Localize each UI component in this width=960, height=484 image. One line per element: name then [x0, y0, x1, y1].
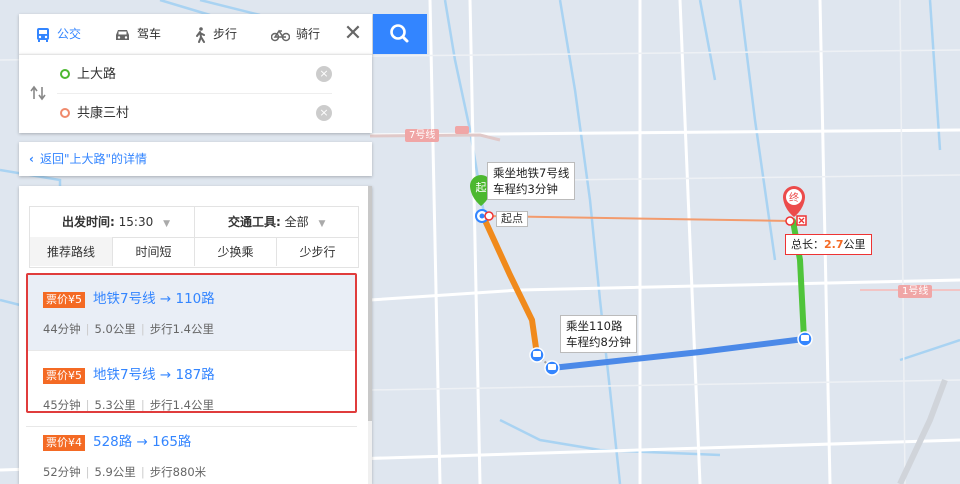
- route-name[interactable]: 地铁7号线 → 110路: [93, 289, 215, 309]
- tab-recommended[interactable]: 推荐路线: [30, 237, 112, 266]
- tab-bike[interactable]: 骑行: [270, 14, 321, 54]
- route-walk: 步行880米: [149, 465, 207, 479]
- caret-down-icon: ▼: [163, 219, 170, 229]
- metro-line-label: 7号线: [405, 129, 440, 142]
- total-unit: 公里: [843, 238, 866, 251]
- fare-badge: 票价¥5: [43, 368, 85, 384]
- start-dot-icon: [60, 69, 70, 79]
- end-field: ×: [57, 94, 332, 132]
- travel-mode-bar: 公交 驾车 步行 骑行 ✕: [19, 14, 372, 54]
- depart-label: 出发时间:: [62, 215, 115, 229]
- route-option[interactable]: 票价¥5 地铁7号线 → 110路 44分钟 | 5.0公里 | 步行1.4公里: [26, 275, 357, 351]
- callout-line: 乘坐地铁7号线: [493, 166, 570, 180]
- clear-end-icon[interactable]: ×: [316, 105, 332, 121]
- scrollbar[interactable]: [368, 186, 372, 484]
- scroll-thumb[interactable]: [368, 186, 372, 421]
- total-value: 2.7: [824, 238, 844, 251]
- search-button[interactable]: [373, 14, 427, 54]
- sort-tabs: 推荐路线 时间短 少换乘 少步行: [30, 237, 358, 267]
- swap-icon[interactable]: [29, 85, 47, 101]
- start-field: ×: [57, 55, 332, 94]
- end-input[interactable]: [77, 104, 277, 119]
- tab-walk[interactable]: 步行: [193, 14, 237, 54]
- depart-value: 15:30: [118, 215, 154, 229]
- route-option[interactable]: 票价¥5 地铁7号线 → 187路 45分钟 | 5.3公里 | 步行1.4公里: [26, 351, 357, 427]
- callout-line: 乘坐110路: [566, 319, 623, 333]
- fare-badge: 票价¥4: [43, 435, 85, 451]
- route-time: 45分钟: [43, 398, 81, 412]
- tool-value: 全部: [284, 215, 309, 229]
- caret-down-icon: ▼: [318, 219, 326, 229]
- walk-icon: [196, 26, 205, 43]
- end-badge-text: 终: [789, 191, 799, 204]
- tab-label: 驾车: [137, 27, 162, 41]
- route-distance: 5.3公里: [94, 398, 136, 412]
- bus-icon: [37, 27, 49, 42]
- tab-fewest-transfers[interactable]: 少换乘: [194, 237, 276, 266]
- clear-start-icon[interactable]: ×: [316, 66, 332, 82]
- metro-line-label: 1号线: [898, 285, 933, 298]
- start-point-label: 起点: [496, 211, 528, 227]
- metro-callout: 乘坐地铁7号线 车程约3分钟: [487, 162, 576, 200]
- total-distance-label: 总长：2.7公里: [785, 234, 872, 255]
- tab-label: 骑行: [296, 27, 321, 41]
- tool-label: 交通工具:: [228, 215, 281, 229]
- route-inputs-panel: × ×: [19, 54, 372, 133]
- car-icon: [116, 29, 129, 40]
- depart-time-select[interactable]: 出发时间: 15:30 ▼: [62, 207, 170, 239]
- callout-line: 车程约3分钟: [493, 182, 558, 196]
- route-info: 45分钟 | 5.3公里 | 步行1.4公里: [43, 398, 214, 412]
- start-input[interactable]: [77, 65, 277, 80]
- filter-options: 出发时间: 15:30 ▼ 交通工具: 全部 ▼: [30, 207, 358, 238]
- bike-icon: [270, 29, 291, 41]
- route-distance: 5.0公里: [94, 322, 136, 336]
- total-label: 总长：: [791, 238, 824, 251]
- bus-callout: 乘坐110路 车程约8分钟: [560, 315, 637, 353]
- back-link[interactable]: 返回"上大路"的详情: [40, 152, 147, 166]
- fare-badge: 票价¥5: [43, 292, 85, 308]
- search-icon: [390, 24, 409, 43]
- close-button[interactable]: ✕: [334, 14, 372, 54]
- tab-label: 公交: [57, 27, 82, 41]
- route-name[interactable]: 528路 → 165路: [93, 432, 191, 452]
- route-walk: 步行1.4公里: [149, 398, 214, 412]
- route-filter: 出发时间: 15:30 ▼ 交通工具: 全部 ▼ 推荐路线 时间短 少换乘 少步…: [29, 206, 359, 268]
- route-option[interactable]: 票价¥4 528路 → 165路 52分钟 | 5.9公里 | 步行880米: [26, 418, 357, 484]
- callout-line: 车程约8分钟: [566, 335, 631, 349]
- route-distance: 5.9公里: [94, 465, 136, 479]
- route-time: 44分钟: [43, 322, 81, 336]
- route-walk: 步行1.4公里: [149, 322, 214, 336]
- transport-tool-select[interactable]: 交通工具: 全部 ▼: [228, 207, 325, 239]
- end-dot-icon: [60, 108, 70, 118]
- route-time: 52分钟: [43, 465, 81, 479]
- results-panel: 出发时间: 15:30 ▼ 交通工具: 全部 ▼ 推荐路线 时间短 少换乘 少步…: [19, 186, 372, 484]
- tab-drive[interactable]: 驾车: [114, 14, 161, 54]
- tab-label: 步行: [213, 27, 238, 41]
- tab-least-walking[interactable]: 少步行: [276, 237, 358, 266]
- close-icon: ✕: [343, 21, 363, 46]
- start-badge-text: 起: [476, 181, 487, 194]
- route-info: 52分钟 | 5.9公里 | 步行880米: [43, 465, 207, 479]
- tab-transit[interactable]: 公交: [35, 14, 81, 54]
- tab-shortest-time[interactable]: 时间短: [112, 237, 194, 266]
- chevron-left-icon: ‹: [29, 152, 34, 166]
- route-name[interactable]: 地铁7号线 → 187路: [93, 365, 215, 385]
- route-info: 44分钟 | 5.0公里 | 步行1.4公里: [43, 322, 214, 336]
- back-link-bar[interactable]: ‹ 返回"上大路"的详情: [19, 142, 372, 176]
